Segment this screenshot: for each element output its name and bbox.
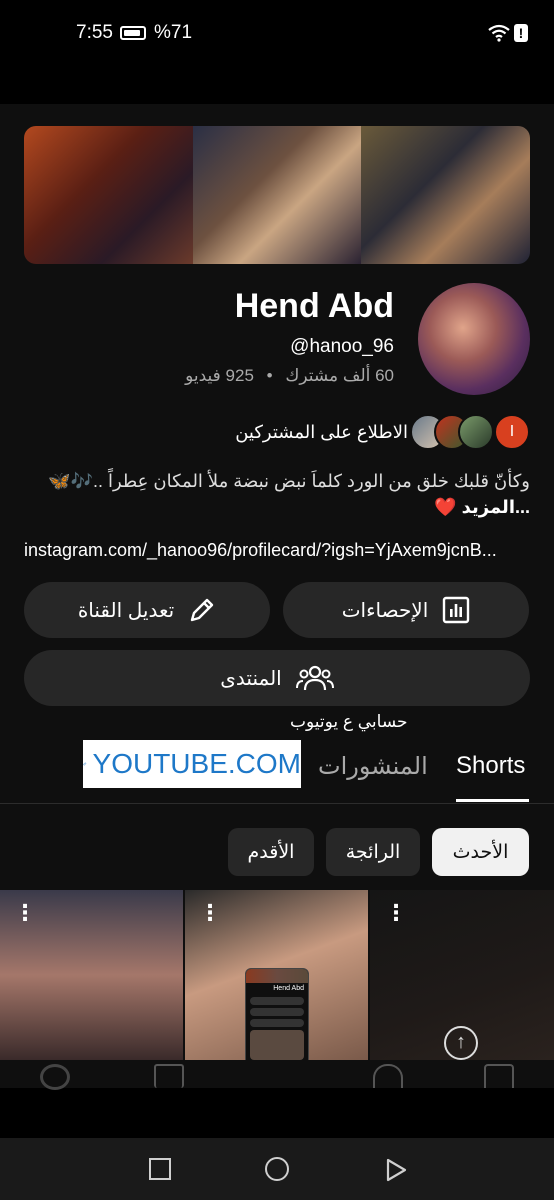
video-count: 925 فيديو bbox=[185, 366, 254, 385]
alert-icon: ! bbox=[514, 24, 528, 42]
wifi-icon bbox=[488, 24, 510, 42]
community-button[interactable]: المنتدى bbox=[24, 650, 530, 706]
sort-chip-newest[interactable]: الأحدث bbox=[432, 828, 529, 876]
analytics-button[interactable]: الإحصاءات bbox=[283, 582, 529, 638]
channel-handle: @hanoo_96 bbox=[290, 336, 394, 357]
analytics-label: الإحصاءات bbox=[341, 599, 429, 622]
community-label: المنتدى bbox=[220, 667, 282, 690]
more-options-icon[interactable]: ⋮ bbox=[385, 902, 407, 924]
channel-banner[interactable] bbox=[24, 126, 530, 264]
more-options-icon[interactable]: ⋮ bbox=[199, 902, 221, 924]
banner-image-2 bbox=[192, 126, 362, 264]
preview-row bbox=[250, 1008, 304, 1016]
scroll-up-icon[interactable]: ↑ bbox=[444, 1026, 478, 1060]
subscriber-avatars: I bbox=[410, 414, 530, 450]
analytics-icon bbox=[443, 596, 470, 624]
back-icon[interactable] bbox=[385, 1158, 407, 1182]
edit-channel-button[interactable]: تعديل القناة bbox=[24, 582, 270, 638]
channel-avatar[interactable] bbox=[418, 283, 530, 395]
home-icon[interactable] bbox=[265, 1157, 289, 1181]
channel-name: Hend Abd bbox=[234, 287, 394, 325]
more-options-icon[interactable]: ⋮ bbox=[14, 902, 36, 924]
heart-emoji: ❤️ bbox=[434, 497, 457, 517]
banner-image-3 bbox=[361, 126, 530, 264]
preview-row bbox=[250, 1019, 304, 1027]
pencil-icon bbox=[190, 598, 214, 622]
subscriber-avatar: I bbox=[494, 414, 530, 450]
description-text: وكأنّ قلبك خلق من الورد كلماَ نبض نبضة م… bbox=[48, 471, 530, 491]
preview-banner bbox=[246, 969, 308, 983]
subscriber-count: 60 ألف مشترك bbox=[285, 366, 394, 385]
home-nav-icon[interactable] bbox=[484, 1064, 514, 1088]
overlay-caption: حسابي ع يوتيوب bbox=[290, 712, 408, 731]
preview-channel-name: Hend Abd bbox=[273, 985, 304, 992]
link-icon bbox=[83, 762, 87, 766]
preview-thumbs bbox=[250, 1030, 304, 1060]
view-subscribers-label: الاطلاع على المشتركين bbox=[235, 421, 408, 442]
battery-icon bbox=[120, 26, 146, 40]
profile-nav-icon[interactable] bbox=[40, 1064, 70, 1090]
preview-row bbox=[250, 997, 304, 1005]
subscriber-avatar bbox=[458, 414, 494, 450]
edit-channel-label: تعديل القناة bbox=[77, 599, 175, 622]
youtube-link-text: YOUTUBE.COM bbox=[92, 748, 301, 779]
channel-stats: 60 ألف مشترك • 925 فيديو bbox=[185, 366, 394, 386]
channel-description[interactable]: وكأنّ قلبك خلق من الورد كلماَ نبض نبضة م… bbox=[24, 468, 530, 520]
sort-chip-oldest[interactable]: الأقدم bbox=[228, 828, 314, 876]
battery-percentage: %71 bbox=[154, 22, 193, 43]
youtube-link-badge[interactable]: YOUTUBE.COM bbox=[83, 740, 301, 788]
active-tab-indicator bbox=[456, 799, 529, 802]
tabs-divider bbox=[0, 803, 554, 804]
stats-separator: • bbox=[266, 366, 273, 385]
tab-shorts[interactable]: Shorts bbox=[456, 752, 525, 780]
tab-posts[interactable]: المنشورات bbox=[318, 752, 428, 781]
bottom-navigation bbox=[0, 1060, 554, 1088]
shorts-nav-icon[interactable] bbox=[373, 1064, 403, 1088]
status-time: 7:55 bbox=[76, 22, 113, 43]
sort-chip-popular[interactable]: الرائجة bbox=[326, 828, 420, 876]
channel-external-link[interactable]: instagram.com/_hanoo96/profilecard/?igsh… bbox=[24, 540, 534, 561]
community-icon bbox=[295, 665, 334, 691]
recent-apps-icon[interactable] bbox=[149, 1158, 171, 1180]
subscriptions-nav-icon[interactable] bbox=[154, 1064, 184, 1088]
banner-image-1 bbox=[24, 126, 193, 264]
view-subscribers-row[interactable]: I الاطلاع على المشتركين bbox=[235, 412, 530, 452]
more-link[interactable]: ...المزيد bbox=[462, 497, 530, 517]
